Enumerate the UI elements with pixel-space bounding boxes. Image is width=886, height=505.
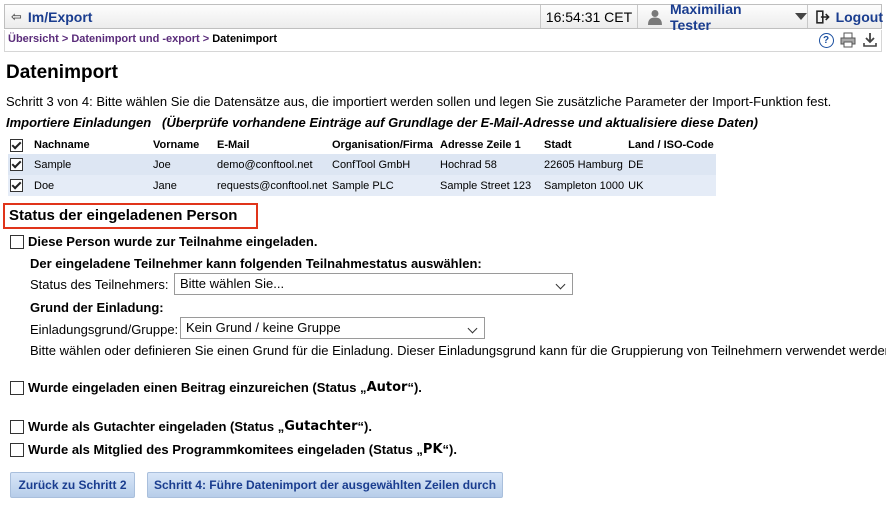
invited-participation-label: Diese Person wurde zur Teilnahme eingela… [28,234,318,249]
col-header: Adresse Zeile 1 [440,139,521,151]
col-header: Nachname [34,139,90,151]
author-prefix: Wurde eingeladen einen Beitrag einzureic… [28,380,367,395]
pc-option[interactable]: Wurde als Mitglied des Programmkomitees … [10,442,457,457]
table-cell: 22605 Hamburg [542,154,627,175]
start-import-button[interactable]: Schritt 4: Führe Datenimport der ausgewä… [147,472,503,498]
table-cell: Sample PLC [330,175,438,196]
user-menu[interactable]: Maximilian Tester [637,1,807,33]
reason-select[interactable]: Kein Grund / keine Gruppe [180,317,485,339]
page-tools: ? [818,32,878,48]
table-cell: Jane [151,175,215,196]
table-cell: Sample [32,154,151,175]
help-icon: ? [818,32,834,48]
table-cell: demo@conftool.net [215,154,330,175]
col-header: Stadt [544,139,572,151]
breadcrumb-current: Datenimport [212,33,277,45]
import-heading: Importiere Einladungen (Überprüfe vorhan… [6,115,758,130]
imexport-label: Im/Export [27,8,93,25]
author-checkbox[interactable] [10,380,24,395]
select-all-checkbox[interactable] [10,138,23,152]
print-icon [840,32,856,48]
breadcrumb-bar: Übersicht > Datenimport und -export > Da… [4,30,882,52]
table-cell: UK [626,175,716,196]
page-title: Datenimport [6,62,118,83]
reason-label: Einladungsgrund/Gruppe: [30,322,179,337]
participant-status-select[interactable]: Bitte wählen Sie... [174,273,573,295]
invited-participation-checkbox[interactable] [10,234,24,249]
top-bar: ⇦ Im/Export 16:54:31 CET Maximilian Test… [4,1,883,33]
imexport-link[interactable]: ⇦ Im/Export [5,5,105,28]
table-cell: requests@conftool.net [215,175,330,196]
pc-suffix: “). [442,442,457,457]
participant-status-label: Status des Teilnehmers: [30,277,169,292]
table-cell: Joe [151,154,215,175]
reason-help: Bitte wählen oder definieren Sie einen G… [30,343,886,358]
reviewer-role: Gutachter [284,419,358,434]
breadcrumb-item-import-export[interactable]: Datenimport und -export [71,33,199,45]
row-checkbox[interactable] [10,158,23,171]
table-cell: ConfTool GmbH [330,154,438,175]
pc-checkbox[interactable] [10,442,24,457]
author-role: Autor [366,380,408,395]
clock: 16:54:31 CET [540,5,637,28]
reason-value: Kein Grund / keine Gruppe [186,320,341,335]
reviewer-checkbox[interactable] [10,419,24,434]
arrow-left-icon: ⇦ [11,8,22,24]
table-header-row: Nachname Vorname E-Mail Organisation/Fir… [8,136,716,154]
reason-heading: Grund der Einladung: [30,300,164,315]
user-name: Maximilian Tester [669,0,742,33]
download-icon [863,33,877,47]
col-header: E-Mail [217,139,250,151]
print-button[interactable] [840,32,856,48]
import-table: Nachname Vorname E-Mail Organisation/Fir… [8,136,716,196]
step-instructions: Schritt 3 von 4: Bitte wählen Sie die Da… [6,94,832,109]
row-select-cell[interactable] [8,154,32,175]
chevron-down-icon [555,279,566,290]
table-cell: Sample Street 123 [438,175,542,196]
table-cell: Hochrad 58 [438,154,542,175]
reviewer-option[interactable]: Wurde als Gutachter eingeladen (Status „… [10,419,372,434]
col-header: Land / ISO-Code [628,139,714,151]
table-cell: Doe [32,175,151,196]
chevron-down-icon [467,323,478,334]
download-button[interactable] [862,32,878,48]
breadcrumb-separator: > [61,33,69,45]
participant-choose-text: Der eingeladene Teilnehmer kann folgende… [30,256,482,271]
table-row: Doe Jane requests@conftool.net Sample PL… [8,175,716,196]
logout-label: Logout [835,8,883,25]
breadcrumb: Übersicht > Datenimport und -export > Da… [8,33,277,45]
col-header: Vorname [153,139,200,151]
row-select-cell[interactable] [8,175,32,196]
logout-icon [816,9,830,24]
table-row: Sample Joe demo@conftool.net ConfTool Gm… [8,154,716,175]
help-button[interactable]: ? [818,32,834,48]
status-heading: Status der eingeladenen Person [3,203,258,229]
breadcrumb-separator: > [202,33,210,45]
back-button[interactable]: Zurück zu Schritt 2 [10,472,135,498]
reviewer-prefix: Wurde als Gutachter eingeladen (Status „ [28,419,285,434]
table-cell: DE [626,154,716,175]
row-checkbox[interactable] [10,179,23,192]
pc-role: PK [422,442,443,457]
invited-participation-option[interactable]: Diese Person wurde zur Teilnahme eingela… [10,234,317,249]
col-header: Organisation/Firma [332,139,433,151]
logout-button[interactable]: Logout [807,5,883,28]
user-icon [648,9,662,25]
participant-status-value: Bitte wählen Sie... [180,276,285,291]
pc-prefix: Wurde als Mitglied des Programmkomitees … [28,442,423,457]
chevron-down-icon [795,13,807,20]
select-all-cell[interactable] [8,136,32,154]
reviewer-suffix: “). [357,419,372,434]
breadcrumb-item-overview[interactable]: Übersicht [8,33,59,45]
author-option[interactable]: Wurde eingeladen einen Beitrag einzureic… [10,380,422,395]
author-suffix: “). [407,380,422,395]
table-cell: Sampleton 1000 [542,175,627,196]
